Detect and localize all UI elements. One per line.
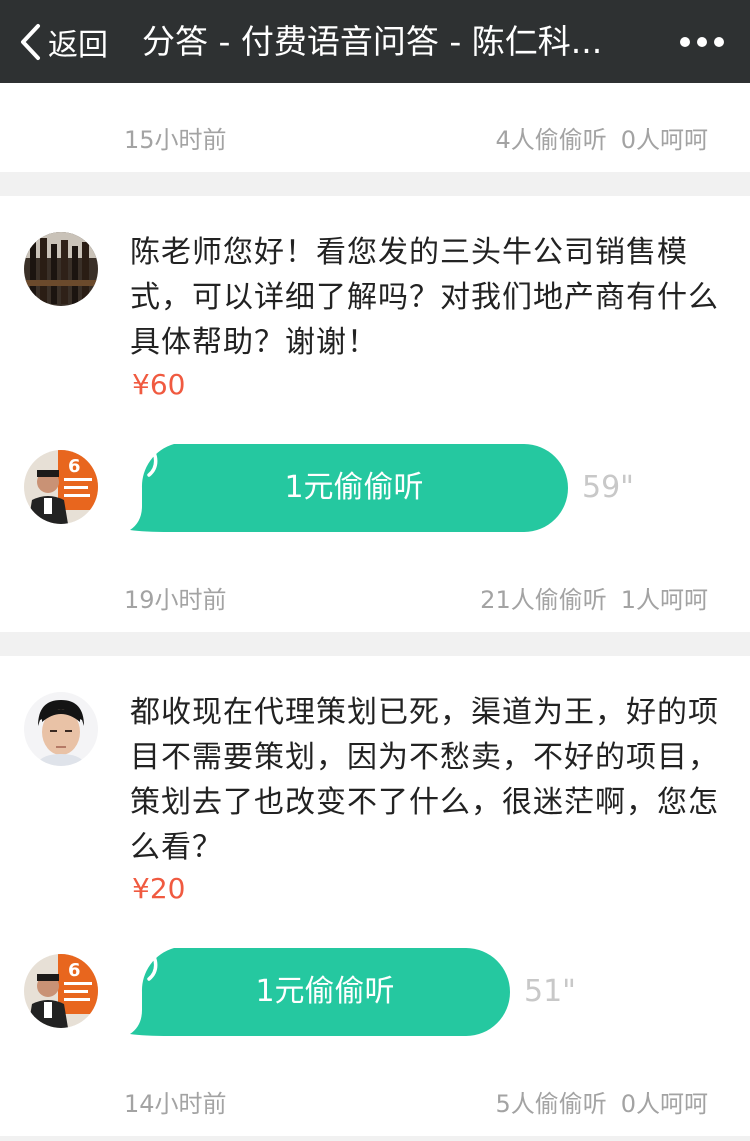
price-label: ¥20 [132,872,186,905]
svg-text:6: 6 [68,960,81,981]
chevron-left-icon [21,23,40,60]
page-title: 分答 - 付费语音问答 - 陈仁科... [142,22,603,61]
voice-answer-label: 1元偷偷听 [284,470,424,505]
time-label: 14小时前 [124,1090,227,1118]
answer-card: 15小时前 4人偷偷听 0人呵呵 [0,83,750,172]
answer-card: 陈老师您好！看您发的三头牛公司销售模式，可以详细了解吗？对我们地产商有什么具体帮… [0,196,750,632]
back-button[interactable]: 返回 [18,0,108,83]
price-label: ¥60 [132,368,186,401]
answer-card: 都收现在代理策划已死，渠道为王，好的项目不需要策划，因为不愁卖，不好的项目，策划… [0,656,750,1136]
card-meta: 15小时前 4人偷偷听 0人呵呵 [0,120,750,156]
like-count[interactable]: 1人呵呵 [621,586,708,614]
asker-avatar-image [24,692,98,766]
answerer-avatar[interactable]: 6 [24,450,98,524]
listener-count: 5人偷偷听 [495,1090,607,1118]
listener-count: 21人偷偷听 [480,586,607,614]
more-dot-icon [680,36,690,47]
answerer-avatar[interactable]: 6 [24,954,98,1028]
card-meta: 14小时前 5人偷偷听 0人呵呵 [0,1084,750,1120]
listener-count: 4人偷偷听 [495,126,607,154]
like-count[interactable]: 0人呵呵 [621,126,708,154]
asker-avatar[interactable] [24,692,98,766]
time-label: 19小时前 [124,586,227,614]
asker-avatar[interactable] [24,232,98,306]
time-label: 15小时前 [124,126,227,154]
back-label: 返回 [48,27,108,63]
voice-answer-button[interactable]: 1元偷偷听 [130,444,568,532]
asker-avatar-image [24,232,98,306]
card-meta: 19小时前 21人偷偷听 1人呵呵 [0,580,750,616]
voice-duration: 51" [524,974,576,1009]
question-text: 都收现在代理策划已死，渠道为王，好的项目不需要策划，因为不愁卖，不好的项目，策划… [130,695,719,865]
voice-answer-label: 1元偷偷听 [255,974,395,1009]
more-options-button[interactable] [680,0,724,83]
more-dot-icon [714,36,724,47]
nav-bar: 返回 分答 - 付费语音问答 - 陈仁科... [0,0,750,83]
voice-answer-button[interactable]: 1元偷偷听 [130,948,510,1036]
like-count[interactable]: 0人呵呵 [621,1090,708,1118]
question-text: 陈老师您好！看您发的三头牛公司销售模式，可以详细了解吗？对我们地产商有什么具体帮… [130,235,719,360]
answerer-avatar-image: 6 [24,450,98,524]
svg-text:6: 6 [68,456,81,477]
answerer-avatar-image: 6 [24,954,98,1028]
voice-duration: 59" [582,470,634,505]
more-dot-icon [697,36,707,47]
